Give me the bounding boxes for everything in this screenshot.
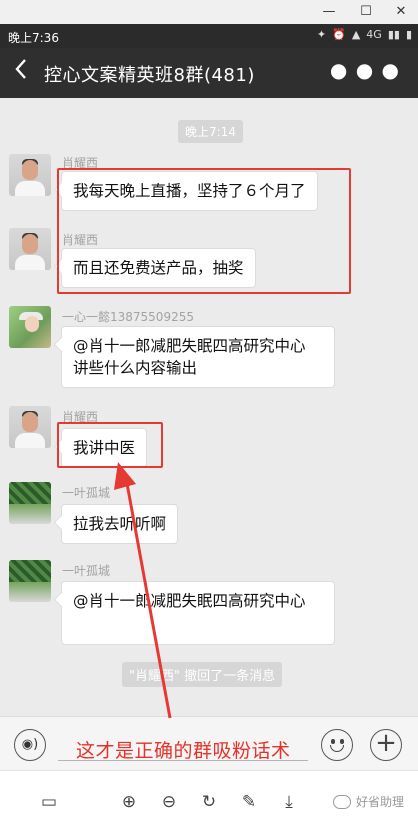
avatar[interactable] [9, 482, 51, 524]
sender-name: 肖耀西 [62, 233, 99, 247]
battery-icon: ▮ [405, 28, 412, 41]
edit-icon[interactable]: ✎ [238, 791, 260, 813]
close-icon[interactable]: ✕ [392, 3, 410, 21]
bluetooth-icon: ✦ [316, 28, 327, 41]
zoom-in-icon[interactable]: ⊕ [118, 791, 140, 813]
status-bar: 晚上7:36 ✦ ⏰ ▲ 4G ▮▮ ▮ [0, 24, 418, 48]
alarm-icon: ⏰ [332, 28, 346, 41]
minimize-icon[interactable]: — [320, 3, 338, 21]
message-bubble[interactable]: 我每天晚上直播，坚持了６个月了 [61, 171, 318, 211]
message-bubble[interactable]: @肖十一郎减肥失眠四高研究中心 讲些什么内容输出 [61, 326, 335, 388]
message-bubble[interactable]: 而且还免费送产品，抽奖 [61, 248, 256, 288]
recall-notice: "肖耀西" 撤回了一条消息 [122, 662, 283, 687]
brand-name: 好省助理 [355, 795, 404, 809]
more-icon[interactable]: ● ● ● [330, 58, 400, 82]
rotate-icon[interactable]: ↻ [198, 791, 220, 813]
chat-header: 控心文案精英班8群(481) ● ● ● [0, 48, 418, 98]
message-text: @肖十一郎减肥失眠四高研究中心 [73, 592, 306, 610]
message-text: 拉我去听听啊 [73, 515, 167, 533]
plus-icon[interactable]: + [370, 729, 402, 761]
message-bubble[interactable]: @肖十一郎减肥失眠四高研究中心 [61, 581, 335, 645]
avatar[interactable] [9, 306, 51, 348]
chat-area[interactable]: 晚上7:14 肖耀西 我每天晚上直播，坚持了６个月了 肖耀西 而且还免费送产品，… [0, 98, 418, 716]
voice-icon[interactable]: ◉) [14, 729, 46, 761]
message-text: 我讲中医 [73, 439, 136, 457]
message-text: 而且还免费送产品，抽奖 [73, 259, 244, 277]
message-bubble[interactable]: 拉我去听听啊 [61, 504, 179, 544]
status-time: 晚上7:36 [8, 31, 59, 45]
chat-title: 控心文案精英班8群(481) [44, 65, 255, 86]
sender-name: 肖耀西 [62, 156, 99, 170]
sender-name: 肖耀西 [62, 410, 99, 424]
emoji-icon[interactable] [321, 729, 353, 761]
wifi-icon: ▲ [351, 28, 361, 41]
sender-name: 一叶孤城 [62, 564, 111, 578]
zoom-out-icon[interactable]: ⊖ [158, 791, 180, 813]
gallery-icon[interactable]: ▭ [38, 791, 60, 813]
brand-logo-icon [332, 794, 351, 809]
overlay-caption: 这才是正确的群吸粉话术 [76, 740, 291, 762]
sender-name: 一心一懿13875509255 [62, 310, 194, 324]
message-text: @肖十一郎减肥失眠四高研究中心 讲些什么内容输出 [73, 337, 306, 377]
timestamp-badge: 晚上7:14 [178, 120, 243, 143]
message-bubble[interactable]: 我讲中医 [61, 428, 148, 468]
viewer-toolbar: ▭ ⊕ ⊖ ↻ ✎ ⤓ 好省助理 [0, 770, 418, 832]
window-title-bar: — ☐ ✕ [0, 0, 418, 24]
back-icon[interactable] [14, 58, 36, 86]
message-text: 我每天晚上直播，坚持了６个月了 [73, 182, 306, 200]
download-icon[interactable]: ⤓ [278, 791, 300, 813]
avatar[interactable] [9, 560, 51, 602]
avatar[interactable] [9, 228, 51, 270]
brand-watermark: 好省助理 [332, 793, 404, 810]
signal-icon: ▮▮ [387, 28, 400, 41]
network-icon: 4G [366, 28, 382, 41]
maximize-icon[interactable]: ☐ [357, 3, 375, 21]
avatar[interactable] [9, 154, 51, 196]
sender-name: 一叶孤城 [62, 486, 111, 500]
avatar[interactable] [9, 406, 51, 448]
status-icons: ✦ ⏰ ▲ 4G ▮▮ ▮ [317, 28, 412, 41]
